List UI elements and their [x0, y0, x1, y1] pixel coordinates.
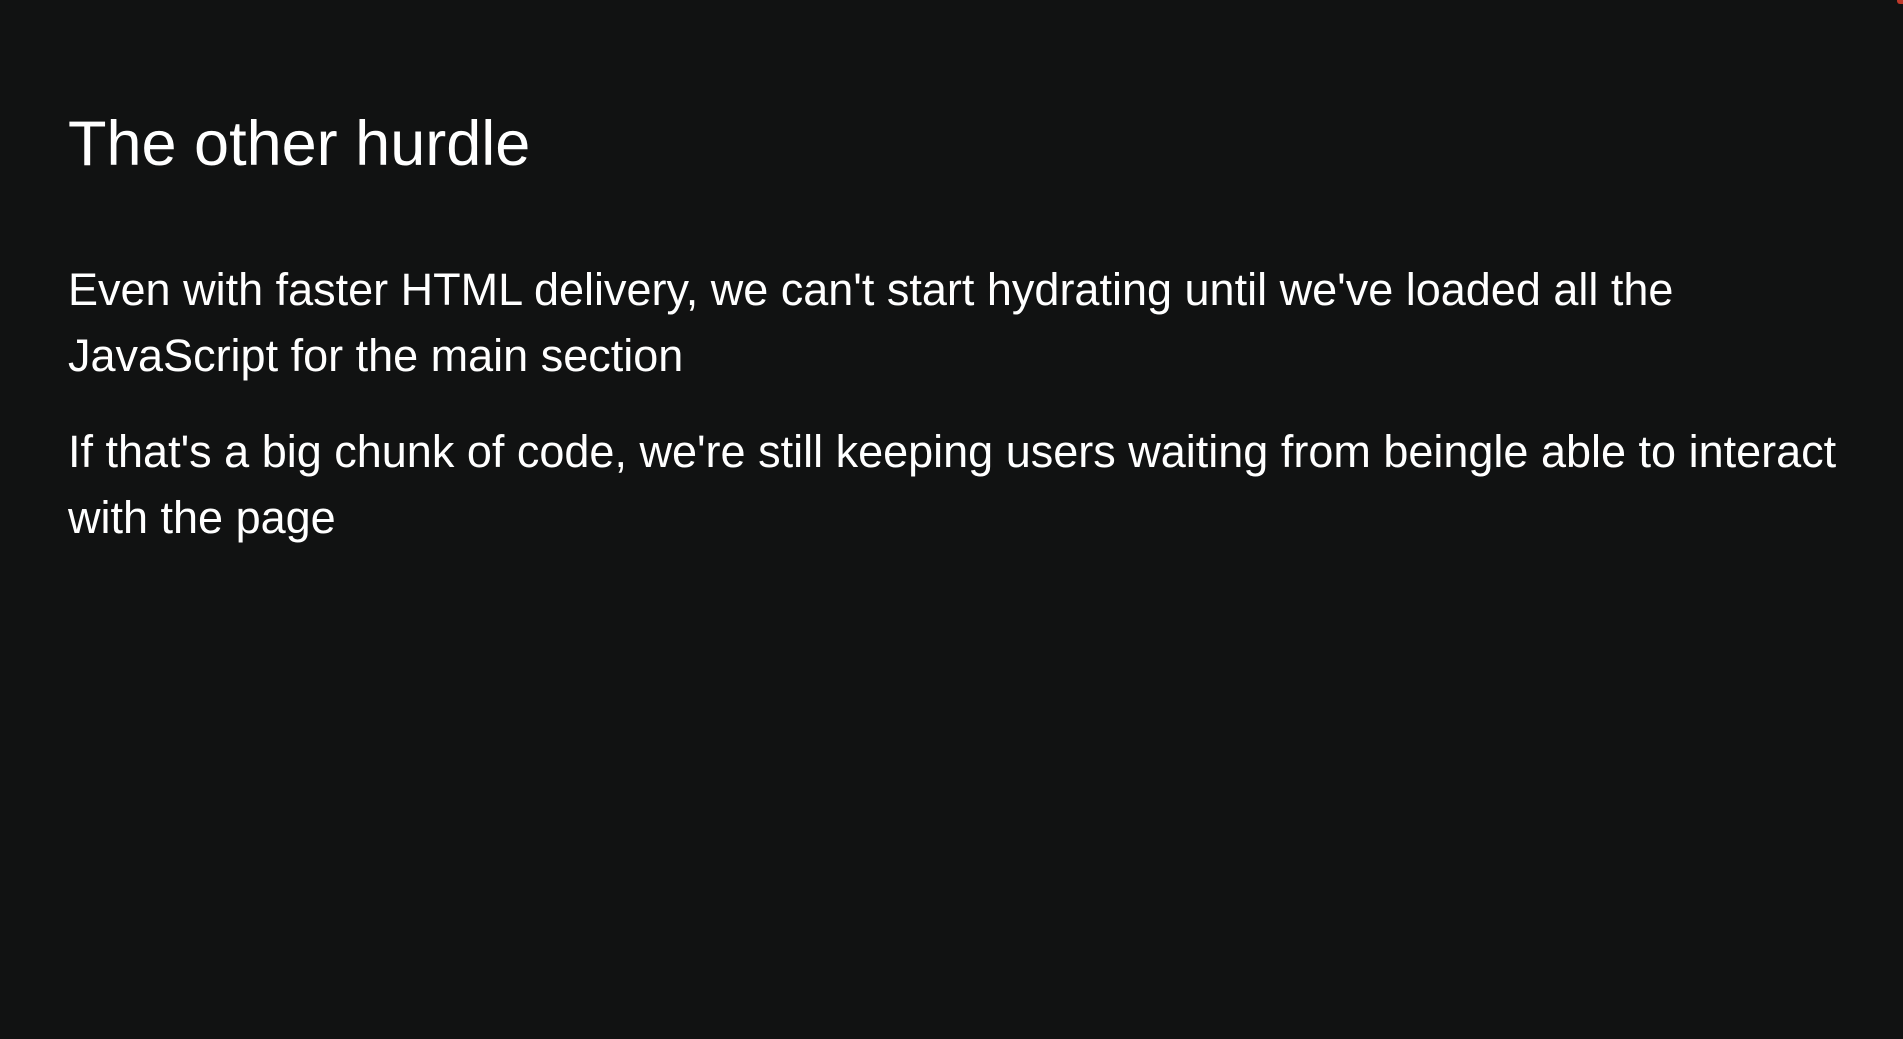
slide-body: Even with faster HTML delivery, we can't… — [68, 257, 1838, 551]
corner-indicator — [1897, 0, 1903, 4]
slide: The other hurdle Even with faster HTML d… — [0, 0, 1903, 1039]
slide-paragraph: If that's a big chunk of code, we're sti… — [68, 426, 1837, 543]
slide-paragraph: Even with faster HTML delivery, we can't… — [68, 264, 1674, 381]
slide-title: The other hurdle — [68, 109, 531, 179]
